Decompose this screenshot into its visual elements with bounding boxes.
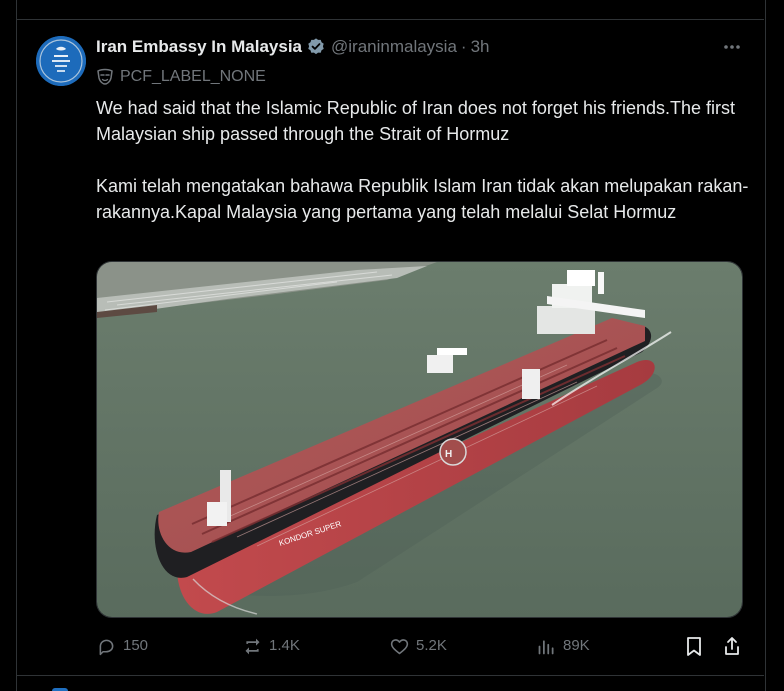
bottom-divider (16, 675, 764, 676)
heart-icon (390, 638, 409, 654)
handle[interactable]: @iraninmalaysia (331, 37, 457, 57)
bookmark-button[interactable] (683, 634, 705, 658)
share-button[interactable] (721, 634, 743, 658)
bookmark-icon (687, 636, 701, 656)
repost-icon (245, 638, 260, 654)
previous-post-share-icon[interactable] (688, 0, 708, 6)
verified-badge-icon[interactable] (306, 37, 326, 57)
ship-photo: H KONDOR SUPER (97, 262, 742, 617)
repost-count: 1.4K (269, 637, 300, 654)
top-divider (16, 19, 764, 20)
mask-icon (96, 68, 114, 86)
reply-button[interactable]: 150 (96, 634, 148, 658)
repost-button[interactable]: 1.4K (242, 634, 300, 658)
more-icon[interactable] (720, 36, 744, 58)
post-text: We had said that the Islamic Republic of… (96, 95, 756, 225)
views-button[interactable]: 89K (536, 634, 590, 658)
reply-count: 150 (123, 637, 149, 654)
post-text-english: We had said that the Islamic Republic of… (96, 98, 735, 144)
like-button[interactable]: 5.2K (389, 634, 447, 658)
timestamp[interactable]: 3h (471, 37, 490, 57)
post-header: Iran Embassy In Malaysia @iraninmalaysia… (96, 36, 490, 58)
like-count: 5.2K (416, 637, 447, 654)
reply-icon (99, 639, 114, 655)
separator-dot: · (460, 37, 467, 56)
post-text-malay: Kami telah mengatakan bahawa Republik Is… (96, 176, 749, 222)
views-icon (538, 639, 554, 654)
avatar[interactable] (36, 36, 86, 86)
share-icon (725, 636, 739, 655)
views-count: 89K (563, 637, 590, 654)
account-label: PCF_LABEL_NONE (96, 66, 266, 88)
svg-text:H: H (445, 449, 452, 460)
post-image[interactable]: H KONDOR SUPER (96, 261, 743, 618)
label-text: PCF_LABEL_NONE (120, 68, 266, 85)
action-bar: 150 1.4K 5.2K 89K (96, 634, 756, 658)
display-name[interactable]: Iran Embassy In Malaysia (96, 37, 302, 57)
